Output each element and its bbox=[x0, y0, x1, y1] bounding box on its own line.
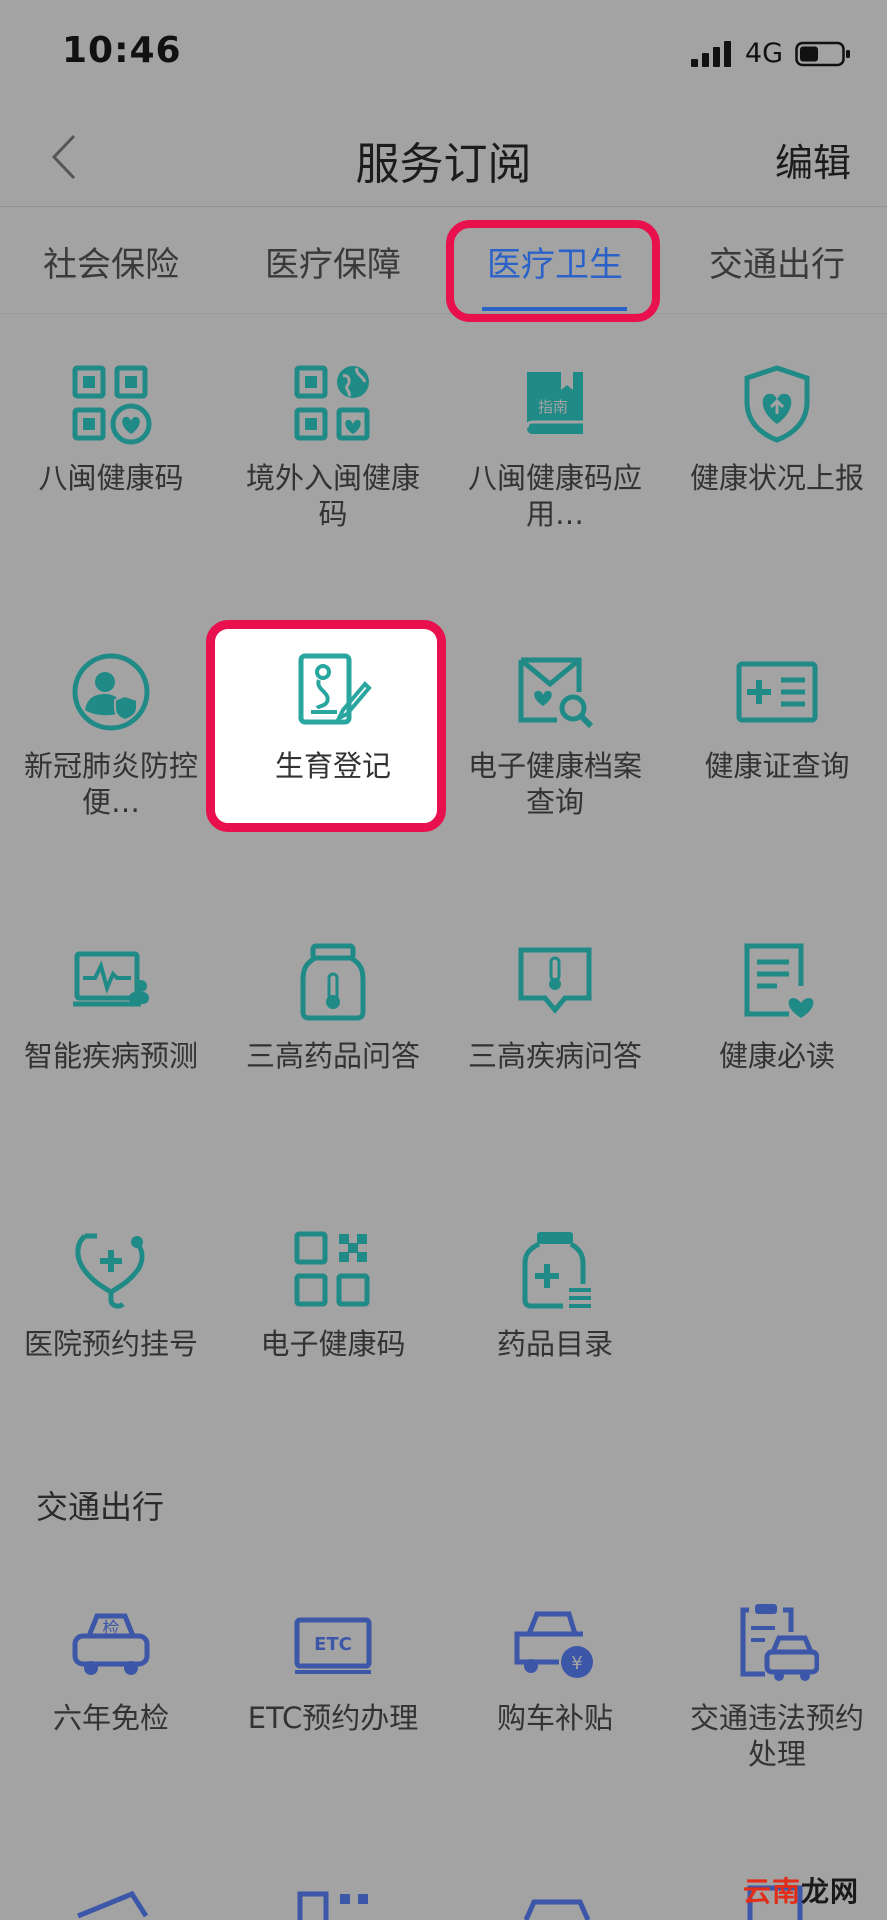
service-item-label: 医院预约挂号 bbox=[23, 1327, 198, 1361]
service-item-etc-appointment[interactable]: ETC ETC预约办理 bbox=[222, 1602, 444, 1736]
service-item-drug-catalog[interactable]: 药品目录 bbox=[444, 1228, 666, 1362]
document-heart-icon bbox=[744, 943, 814, 1018]
service-item-label: 健康必读 bbox=[718, 1039, 835, 1073]
qr-globe-icon bbox=[294, 365, 370, 441]
service-item-label: 境外入闽健康码 bbox=[245, 461, 420, 531]
service-item-label: 三高药品问答 bbox=[245, 1039, 420, 1073]
etc-card-icon: ETC bbox=[294, 1617, 372, 1674]
watermark: 云南龙网 bbox=[742, 1875, 859, 1908]
tab-transport[interactable]: 交通出行 bbox=[666, 237, 887, 286]
medicine-bottle-icon bbox=[522, 1232, 591, 1309]
partial-card-icon bbox=[77, 1890, 149, 1919]
service-item-birth-registration[interactable]: 生育登记 bbox=[222, 650, 444, 784]
medicine-jar-icon bbox=[300, 943, 366, 1021]
service-item-health-certificate-query[interactable]: 健康证查询 bbox=[666, 650, 887, 784]
service-item-label: 生育登记 bbox=[274, 749, 391, 783]
nav-bar: 服务订阅 编辑 bbox=[0, 110, 887, 207]
service-item-hospital-appointment[interactable]: 医院预约挂号 bbox=[0, 1228, 222, 1362]
service-item-label: 购车补贴 bbox=[496, 1701, 613, 1735]
service-item-covid-prevention[interactable]: 新冠肺炎防控便… bbox=[0, 650, 222, 820]
battery-icon bbox=[795, 41, 850, 66]
shield-heart-icon bbox=[744, 365, 810, 443]
health-card-icon bbox=[736, 661, 818, 723]
category-tabs: 社会保险 医疗保障 医疗卫生 交通出行 bbox=[0, 207, 887, 314]
service-item-e-health-code[interactable]: 电子健康码 bbox=[222, 1228, 444, 1362]
partial-qr-icon bbox=[297, 1891, 368, 1920]
service-item-overseas-health-code[interactable]: 境外入闽健康码 bbox=[222, 362, 444, 532]
service-item-six-year-exemption[interactable]: 检 六年免检 bbox=[0, 1602, 222, 1736]
service-item-label: 电子健康码 bbox=[260, 1327, 406, 1361]
status-bar: 10:46 4G bbox=[0, 0, 887, 110]
yuan-icon-text: ¥ bbox=[571, 1653, 582, 1674]
service-item-health-status-report[interactable]: 健康状况上报 bbox=[666, 362, 887, 496]
section-title-transport: 交通出行 bbox=[36, 1488, 165, 1526]
service-item-label: 三高疾病问答 bbox=[467, 1039, 642, 1073]
qr-health-icon bbox=[72, 365, 152, 445]
service-item-health-reading[interactable]: 健康必读 bbox=[666, 940, 887, 1074]
tab-social-insurance[interactable]: 社会保险 bbox=[0, 237, 222, 286]
pregnancy-register-icon bbox=[298, 653, 372, 725]
service-item-bamin-health-code[interactable]: 八闽健康码 bbox=[0, 362, 222, 496]
etc-icon-text: ETC bbox=[314, 1634, 352, 1655]
inspection-icon-text: 检 bbox=[103, 1619, 120, 1639]
service-item-car-purchase-subsidy[interactable]: ¥ 购车补贴 bbox=[444, 1602, 666, 1736]
person-shield-icon bbox=[72, 653, 150, 731]
service-item-health-record-search[interactable]: 电子健康档案查询 bbox=[444, 650, 666, 820]
service-item-label: 新冠肺炎防控便… bbox=[23, 749, 198, 819]
service-item-medicine-qa[interactable]: 三高药品问答 bbox=[222, 940, 444, 1074]
edit-button[interactable]: 编辑 bbox=[775, 132, 851, 187]
network-type: 4G bbox=[744, 38, 783, 69]
service-item-traffic-violation[interactable]: 交通违法预约处理 bbox=[666, 1602, 887, 1772]
service-item-label: 八闽健康码应用… bbox=[467, 461, 642, 531]
status-time: 10:46 bbox=[62, 30, 182, 71]
health-record-search-icon bbox=[518, 657, 594, 729]
service-item-label: 药品目录 bbox=[496, 1327, 613, 1361]
car-subsidy-icon: ¥ bbox=[514, 1611, 593, 1678]
service-item-label: 健康证查询 bbox=[704, 749, 850, 783]
service-item-label: 八闽健康码 bbox=[38, 461, 184, 495]
service-item-label: 智能疾病预测 bbox=[23, 1039, 198, 1073]
service-item-label: ETC预约办理 bbox=[247, 1701, 419, 1735]
qr-code-icon bbox=[294, 1231, 370, 1307]
service-item-health-code-guide[interactable]: 指南 八闽健康码应用… bbox=[444, 362, 666, 532]
car-inspection-icon: 检 bbox=[72, 1613, 150, 1675]
traffic-violation-icon bbox=[740, 1604, 819, 1681]
thermometer-chat-icon bbox=[518, 947, 592, 1014]
partial-car-icon bbox=[523, 1899, 591, 1920]
service-item-label: 六年免检 bbox=[52, 1701, 169, 1735]
tab-highlight-box bbox=[446, 220, 660, 322]
guide-icon-text: 指南 bbox=[538, 398, 568, 416]
service-item-disease-qa[interactable]: 三高疾病问答 bbox=[444, 940, 666, 1074]
service-item-label: 电子健康档案查询 bbox=[467, 749, 642, 819]
guide-book-icon: 指南 bbox=[525, 372, 583, 434]
monitor-pulse-icon bbox=[73, 951, 149, 1007]
page-title: 服务订阅 bbox=[355, 139, 532, 190]
service-item-label: 健康状况上报 bbox=[689, 461, 864, 495]
tab-medical-security[interactable]: 医疗保障 bbox=[222, 237, 444, 286]
service-item-label: 交通违法预约处理 bbox=[689, 1701, 864, 1771]
signal-icon bbox=[690, 40, 731, 67]
service-item-disease-prediction[interactable]: 智能疾病预测 bbox=[0, 940, 222, 1074]
stethoscope-icon bbox=[75, 1233, 145, 1309]
